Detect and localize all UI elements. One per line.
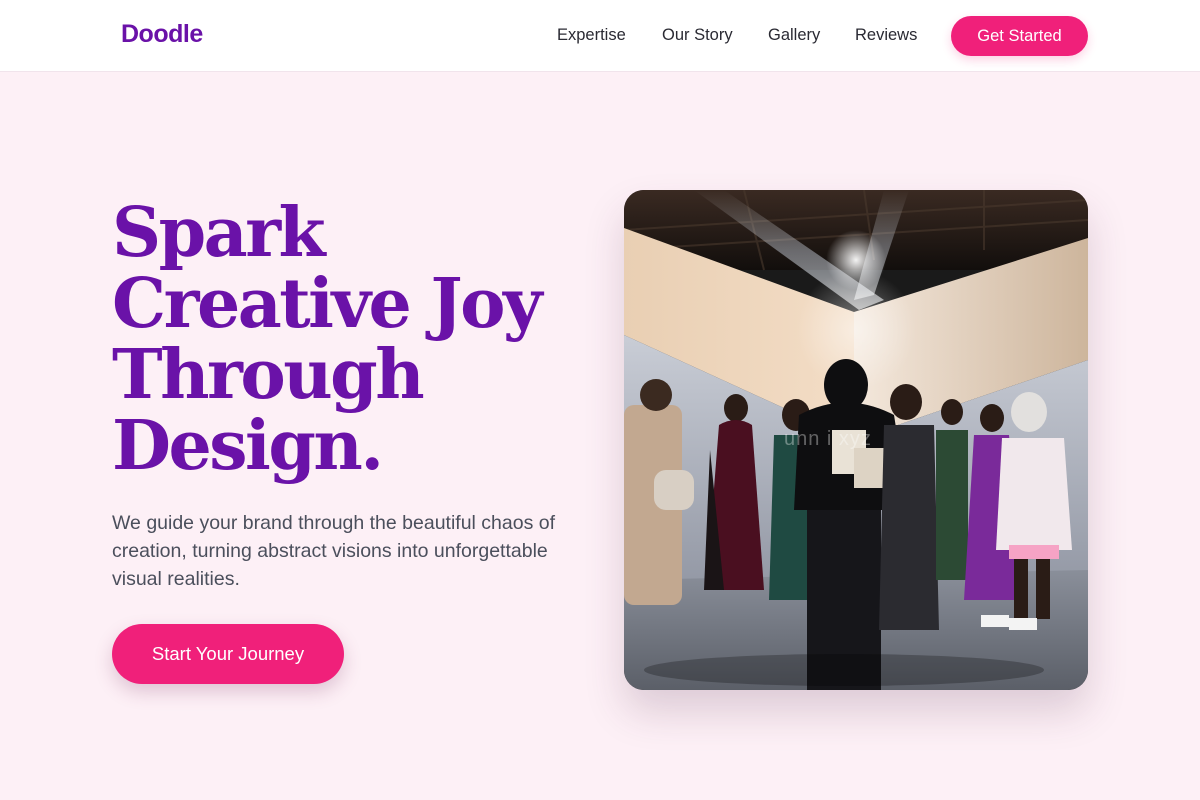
- hero-title-line: Creative Joy: [112, 264, 543, 344]
- hero-subtitle: We guide your brand through the beautifu…: [112, 512, 556, 590]
- hero-photo: unn i xyz: [624, 190, 1088, 690]
- image-watermark: unn i xyz: [784, 428, 872, 450]
- get-started-button[interactable]: Get Started: [951, 16, 1088, 56]
- nav-link-expertise[interactable]: Expertise: [557, 24, 626, 46]
- nav-link-reviews[interactable]: Reviews: [855, 24, 917, 46]
- nav-link-gallery[interactable]: Gallery: [768, 24, 820, 46]
- nav-link-our-story[interactable]: Our Story: [662, 24, 733, 46]
- hero-title: Spark Creative Joy Through Design.: [112, 198, 552, 482]
- brand-logo[interactable]: Doodle: [121, 20, 203, 49]
- hero-title-line: Design.: [112, 406, 384, 486]
- top-navbar: Doodle Expertise Our Story Gallery Revie…: [0, 0, 1200, 72]
- hero-title-line: Through: [112, 335, 425, 415]
- start-journey-button[interactable]: Start Your Journey: [112, 624, 344, 684]
- hero-title-line: Spark: [112, 193, 326, 273]
